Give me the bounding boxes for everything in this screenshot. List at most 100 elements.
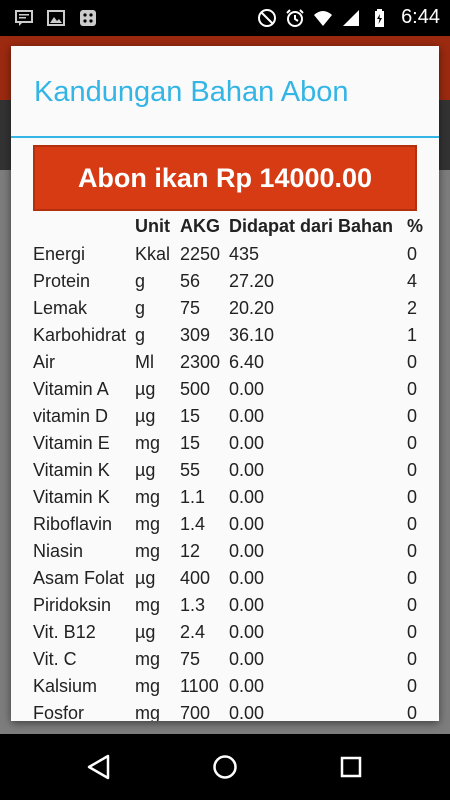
cell-pct: 0: [407, 649, 418, 669]
cell-dapat: 20.20: [229, 298, 275, 318]
cell-akg: 56: [180, 271, 201, 291]
cell-name: Riboflavin: [33, 514, 113, 534]
cell-pct: 0: [407, 541, 418, 561]
cell-akg: 2300: [180, 352, 221, 372]
cell-name: Kalsium: [33, 676, 98, 696]
cell-pct: 0: [407, 568, 418, 588]
cell-dapat: 36.10: [229, 325, 275, 345]
table-row: Riboflavin mg 1.4 0.00 0: [11, 510, 439, 537]
cell-akg: 1.1: [180, 487, 206, 507]
cell-name: Protein: [33, 271, 91, 291]
cell-dapat: 0.00: [229, 514, 265, 534]
cell-unit: µg: [135, 379, 156, 399]
cell-pct: 0: [407, 379, 418, 399]
cell-unit: mg: [135, 649, 161, 669]
table-header-row: Unit AKG Didapat dari Bahan %: [11, 214, 439, 240]
cell-pct: 0: [407, 433, 418, 453]
table-row: Lemak g 75 20.20 2: [11, 294, 439, 321]
cell-unit: mg: [135, 595, 161, 615]
cell-unit: µg: [135, 622, 156, 642]
cell-dapat: 0.00: [229, 703, 265, 721]
alarm-icon: [286, 8, 304, 27]
cell-akg: 309: [180, 325, 211, 345]
dialog-title: Kandungan Bahan Abon: [34, 76, 349, 108]
cell-name: Air: [33, 352, 55, 372]
recents-icon[interactable]: [336, 752, 366, 782]
wifi-icon: [314, 10, 333, 26]
cell-pct: 0: [407, 703, 418, 721]
bbm-icon: [80, 10, 96, 26]
cell-dapat: 0.00: [229, 487, 265, 507]
cell-akg: 75: [180, 298, 201, 318]
cell-unit: µg: [135, 568, 156, 588]
cell-name: Vitamin E: [33, 433, 110, 453]
status-bar: 6:44: [0, 0, 450, 36]
cell-name: Energi: [33, 244, 86, 264]
home-icon[interactable]: [210, 752, 240, 782]
cell-unit: mg: [135, 703, 161, 721]
cell-dapat: 0.00: [229, 379, 265, 399]
cell-akg: 75: [180, 649, 201, 669]
battery-icon: [375, 8, 385, 27]
cell-pct: 0: [407, 622, 418, 642]
cell-dapat: 435: [229, 244, 260, 264]
cell-unit: Ml: [135, 352, 154, 372]
cell-akg: 1.3: [180, 595, 206, 615]
cell-dapat: 0.00: [229, 622, 265, 642]
table-row: Vitamin A µg 500 0.00 0: [11, 375, 439, 402]
cell-dapat: 0.00: [229, 568, 265, 588]
header-percent: %: [407, 216, 424, 236]
header-akg: AKG: [180, 216, 220, 236]
cell-name: Niasin: [33, 541, 84, 561]
cell-name: Lemak: [33, 298, 88, 318]
table-row: Air Ml 2300 6.40 0: [11, 348, 439, 375]
cell-unit: mg: [135, 541, 161, 561]
cell-akg: 2.4: [180, 622, 206, 642]
navigation-bar: [0, 734, 450, 800]
cell-pct: 0: [407, 676, 418, 696]
cell-dapat: 0.00: [229, 433, 265, 453]
table-row: Karbohidrat g 309 36.10 1: [11, 321, 439, 348]
cell-pct: 4: [407, 271, 418, 291]
cell-akg: 700: [180, 703, 211, 721]
cell-akg: 500: [180, 379, 211, 399]
cell-akg: 400: [180, 568, 211, 588]
notification-icons: [14, 8, 98, 28]
cell-unit: g: [135, 325, 146, 345]
clock: 6:44: [401, 6, 440, 28]
cell-akg: 1.4: [180, 514, 206, 534]
message-icon: [15, 10, 33, 26]
cell-dapat: 0.00: [229, 595, 265, 615]
cell-unit: µg: [135, 460, 156, 480]
cell-name: Vitamin K: [33, 487, 110, 507]
cell-dapat: 27.20: [229, 271, 275, 291]
table-row: Vitamin E mg 15 0.00 0: [11, 429, 439, 456]
cell-name: Piridoksin: [33, 595, 112, 615]
table-row: Vit. B12 µg 2.4 0.00 0: [11, 618, 439, 645]
cell-pct: 0: [407, 460, 418, 480]
cell-name: Vit. C: [33, 649, 77, 669]
cell-dapat: 0.00: [229, 676, 265, 696]
cell-unit: Kkal: [135, 244, 171, 264]
cell-akg: 55: [180, 460, 201, 480]
cell-name: Karbohidrat: [33, 325, 127, 345]
product-price-banner[interactable]: Abon ikan Rp 14000.00: [33, 145, 417, 211]
signal-icon: [343, 9, 360, 26]
cell-akg: 1100: [180, 676, 219, 696]
table-row: Kalsium mg 1100 0.00 0: [11, 672, 439, 699]
cell-unit: mg: [135, 676, 161, 696]
cell-akg: 2250: [180, 244, 221, 264]
header-didapat: Didapat dari Bahan: [229, 216, 394, 236]
table-row: Piridoksin mg 1.3 0.00 0: [11, 591, 439, 618]
table-row: Niasin mg 12 0.00 0: [11, 537, 439, 564]
cell-pct: 0: [407, 352, 418, 372]
cell-unit: mg: [135, 514, 161, 534]
table-row: Vitamin K µg 55 0.00 0: [11, 456, 439, 483]
cell-akg: 15: [180, 433, 201, 453]
back-icon[interactable]: [84, 752, 114, 782]
cell-dapat: 0.00: [229, 541, 265, 561]
cell-dapat: 0.00: [229, 649, 265, 669]
cell-unit: µg: [135, 406, 156, 426]
header-unit: Unit: [135, 216, 170, 236]
cell-dapat: 0.00: [229, 406, 265, 426]
